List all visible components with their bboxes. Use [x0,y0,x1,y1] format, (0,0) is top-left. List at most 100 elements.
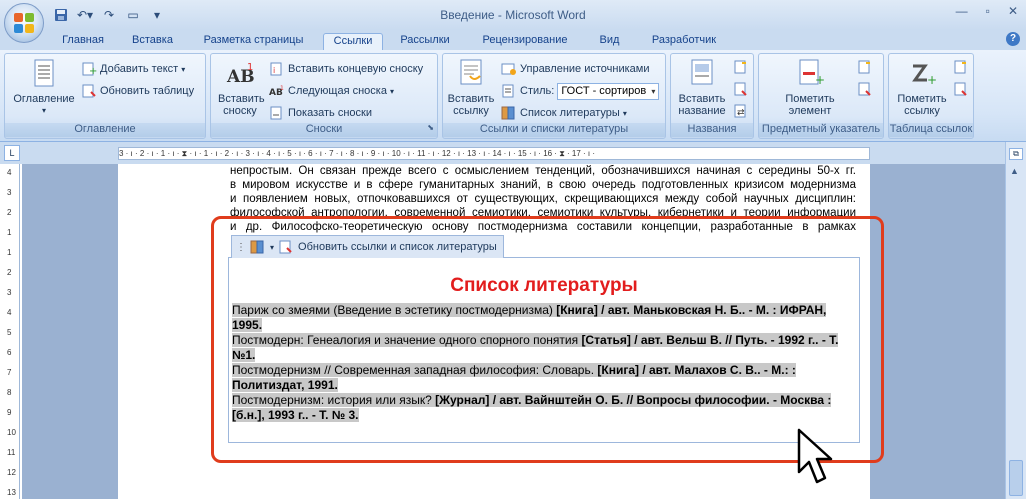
manage-sources-icon [501,62,517,76]
style-icon [501,84,517,98]
footnote-icon: AB 1 [225,58,255,90]
insert-table-of-authorities-icon[interactable] [953,60,969,74]
insert-endnote-button[interactable]: i Вставить концевую сноску [269,60,423,78]
scroll-thumb[interactable] [1009,460,1023,496]
style-selector: Стиль: ГОСТ - сортиров ▾ [501,82,660,100]
svg-text:1: 1 [247,62,253,73]
bibliography-list: Париж со змеями (Введение в эстетику пос… [232,303,844,423]
group-toc: Оглавление ▾ + Добавить текст ▾ Обновить … [4,53,206,139]
bibliography-entry: Париж со змеями (Введение в эстетику пос… [232,303,827,332]
content-control-handle-icon[interactable]: ⋮ [236,242,246,253]
bibliography-button[interactable]: Список литературы ▾ [501,104,627,122]
insert-index-icon[interactable] [857,60,873,74]
next-footnote-button[interactable]: AB 1 Следующая сноска ▾ [269,82,394,100]
window-controls: — ▫ ✕ [956,4,1018,18]
chevron-down-icon: ▾ [651,86,656,96]
chevron-down-icon: ▾ [622,108,627,118]
insert-citation-icon [456,58,486,90]
office-button[interactable] [4,3,44,43]
toc-button[interactable]: Оглавление ▾ [9,58,79,117]
bibliography-options-icon[interactable] [250,240,266,254]
ruler-toggle-icon[interactable]: ⧉ [1009,148,1023,160]
mark-citation-icon: + [907,58,937,90]
style-dropdown[interactable]: ГОСТ - сортиров ▾ [557,82,660,100]
toc-icon [29,58,59,90]
add-text-button[interactable]: + Добавить текст ▾ [81,60,185,78]
bibliography-icon [501,106,517,120]
update-table-of-authorities-icon[interactable] [953,82,969,96]
tab-references[interactable]: Ссылки [323,33,383,50]
close-icon[interactable]: ✕ [1008,4,1018,18]
ribbon-tabs: Главная Вставка Разметка страницы Ссылки… [0,30,1026,50]
group-label-citations: Ссылки и списки литературы [443,123,665,137]
tab-page-layout[interactable]: Разметка страницы [196,33,311,50]
tab-insert[interactable]: Вставка [125,33,180,50]
chevron-down-icon: ▾ [270,242,275,252]
dialog-launcher-icon[interactable]: ⬊ [427,123,434,132]
add-text-icon: + [81,62,97,77]
mouse-pointer-icon [797,428,833,484]
mark-citation-button[interactable]: + Пометить ссылку [891,58,953,117]
minimize-icon[interactable]: — [956,4,968,18]
maximize-icon[interactable]: ▫ [986,4,990,18]
update-table-of-figures-icon[interactable] [733,82,749,96]
insert-caption-icon [687,58,717,90]
svg-text:+: + [815,73,825,87]
svg-text:1: 1 [280,85,284,92]
update-citations-bibliography-button[interactable]: ⋮ ▾ Обновить ссылки и список литературы [231,235,504,258]
group-captions: Вставить название ⇄ Названия [670,53,754,139]
insert-citation-button[interactable]: Вставить ссылку [445,58,497,117]
tab-mailings[interactable]: Рассылки [395,33,455,50]
group-label-index: Предметный указатель [759,123,883,137]
chevron-down-icon: ▾ [41,106,46,115]
chevron-down-icon: ▾ [181,64,186,74]
chevron-down-icon: ▾ [389,86,394,96]
tab-selector[interactable]: L [4,145,20,161]
window-title: Введение - Microsoft Word [440,8,586,22]
vertical-ruler: 4 3 2 1 1 2 3 4 5 6 7 8 9 10 11 12 13 [4,164,20,499]
tab-developer[interactable]: Разработчик [644,33,724,50]
bibliography-entry: Постмодернизм // Современная западная фи… [232,363,796,392]
title-bar: ↶▾ ↷ ▭ ▾ Введение - Microsoft Word — ▫ ✕ [0,0,1026,30]
vertical-scrollbar[interactable]: ⧉ ▲ [1005,142,1026,499]
update-table-button[interactable]: Обновить таблицу [81,82,194,100]
bibliography-entry: Постмодерн: Генеалогия и значение одного… [232,333,839,362]
svg-text:+: + [927,73,937,87]
svg-text:⇄: ⇄ [737,108,745,118]
horizontal-ruler[interactable]: 3 · ı · 2 · ı · 1 · ı · ⧗ · ı · 1 · ı · … [118,147,870,160]
show-notes-button[interactable]: Показать сноски [269,104,372,122]
update-document-icon [278,240,294,254]
tab-review[interactable]: Рецензирование [475,33,575,50]
ribbon: Оглавление ▾ + Добавить текст ▾ Обновить … [0,50,1026,142]
group-label-captions: Названия [671,123,753,137]
manage-sources-button[interactable]: Управление источниками [501,60,649,78]
insert-caption-button[interactable]: Вставить название [673,58,731,117]
office-logo-icon [14,13,34,33]
tab-view[interactable]: Вид [592,33,627,50]
group-label-authorities: Таблица ссылок [889,123,973,137]
group-index: + Пометить элемент Предметный указатель [758,53,884,139]
next-footnote-icon: AB 1 [269,84,285,98]
update-index-icon[interactable] [857,82,873,96]
document-paragraph: непростым. Он связан прежде всего с осмы… [230,165,856,233]
group-footnotes: AB 1 Вставить сноску i Вставить концевую … [210,53,438,139]
cross-reference-icon[interactable]: ⇄ [733,104,749,118]
scroll-up-icon[interactable]: ▲ [1010,166,1019,176]
endnote-icon: i [269,62,285,76]
show-notes-icon [269,106,285,120]
mark-entry-icon: + [795,58,825,90]
bibliography-entry: Постмодернизм: история или язык? [Журнал… [232,393,832,422]
tab-home[interactable]: Главная [58,33,108,50]
insert-table-of-figures-icon[interactable] [733,60,749,74]
group-label-footnotes: Сноски ⬊ [211,123,437,137]
svg-text:i: i [273,66,275,75]
svg-text:+: + [89,66,97,76]
group-citations: Вставить ссылку Управление источниками С… [442,53,666,139]
group-label-toc: Оглавление [5,123,205,137]
group-authorities: + Пометить ссылку Таблица ссылок [888,53,974,139]
update-table-icon [81,84,97,98]
mark-entry-button[interactable]: + Пометить элемент [767,58,853,117]
bibliography-title: Список литературы [450,275,638,296]
help-icon[interactable]: ? [1006,32,1020,46]
insert-footnote-button[interactable]: AB 1 Вставить сноску [215,58,265,117]
